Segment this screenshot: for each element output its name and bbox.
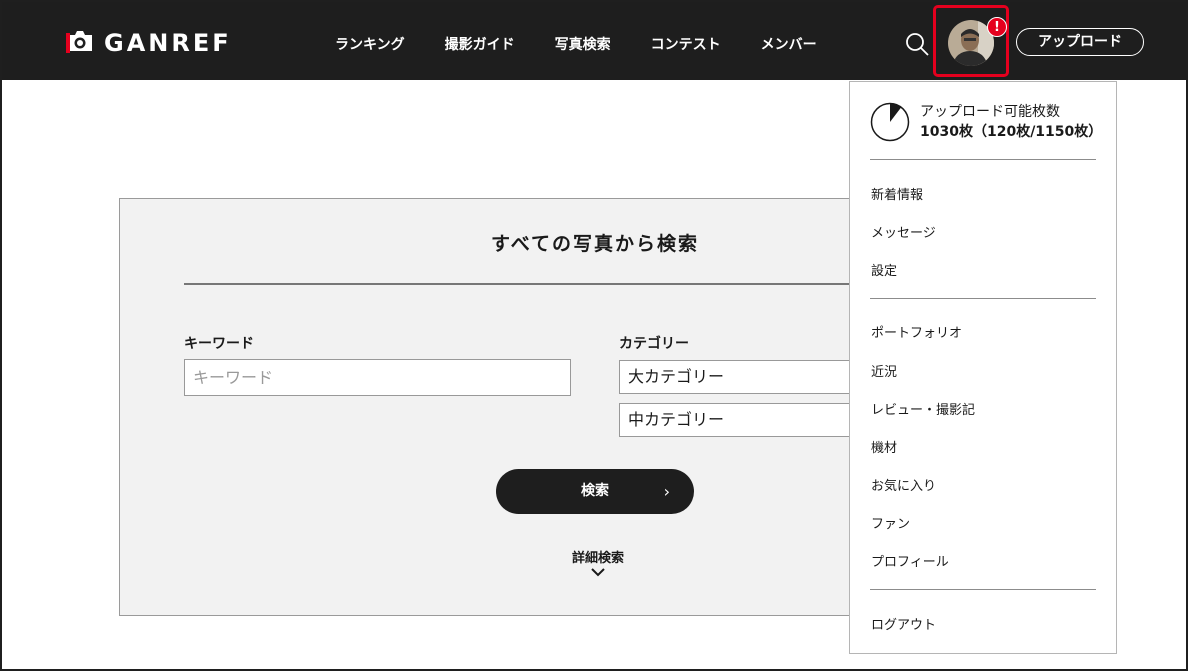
menu-settings[interactable]: 設定 [871,260,897,279]
menu-logout[interactable]: ログアウト [871,614,936,633]
nav-photo-search[interactable]: 写真検索 [555,34,611,54]
menu-favorites[interactable]: お気に入り [871,475,936,494]
notification-badge: ! [987,17,1007,37]
upload-button[interactable]: アップロード [1016,28,1144,56]
top-header: GANREF ランキング 撮影ガイド 写真検索 コンテスト メンバー ! アップ… [2,2,1186,80]
quota-pie-icon [870,102,910,142]
camera-logo-icon [66,29,94,57]
nav-shooting-guide[interactable]: 撮影ガイド [445,34,515,54]
quota-label: アップロード可能枚数 [920,104,1060,120]
logo-wordmark: GANREF [104,29,232,57]
nav-members[interactable]: メンバー [761,34,817,54]
menu-reviews[interactable]: レビュー・撮影記 [871,399,975,418]
keyword-input[interactable] [184,359,571,396]
user-menu-highlight: ! [933,5,1009,77]
menu-divider [870,159,1096,160]
menu-recent[interactable]: 近況 [871,361,897,380]
main-nav: ランキング 撮影ガイド 写真検索 コンテスト メンバー [335,34,857,54]
menu-portfolio[interactable]: ポートフォリオ [871,322,962,341]
advanced-search-label: 詳細検索 [571,551,624,566]
menu-messages[interactable]: メッセージ [871,222,936,241]
menu-profile[interactable]: プロフィール [871,551,949,570]
title-divider [184,283,884,285]
user-dropdown-menu: アップロード可能枚数 1030枚（120枚/1150枚） 新着情報 メッセージ … [849,81,1117,654]
major-category-select[interactable]: 大カテゴリー [619,360,879,394]
ganref-logo[interactable]: GANREF [66,29,232,57]
menu-fans[interactable]: ファン [871,513,910,532]
menu-divider [870,298,1096,299]
search-button[interactable]: 検索 › [496,469,694,514]
menu-divider [870,589,1096,590]
chevron-right-icon: › [663,482,670,501]
menu-equipment[interactable]: 機材 [871,437,897,456]
chevron-down-icon [591,568,605,577]
nav-contest[interactable]: コンテスト [651,34,721,54]
advanced-search-toggle[interactable]: 詳細検索 [538,547,658,577]
category-label: カテゴリー [619,336,689,352]
search-icon[interactable] [904,31,930,57]
quota-value: 1030枚（120枚/1150枚） [920,124,1103,140]
nav-ranking[interactable]: ランキング [335,34,405,54]
keyword-label: キーワード [184,336,254,352]
menu-news[interactable]: 新着情報 [871,184,923,203]
search-button-label: 検索 [581,483,609,499]
middle-category-select[interactable]: 中カテゴリー [619,403,879,437]
photo-search-panel: すべての写真から検索 キーワード カテゴリー 大カテゴリー 中カテゴリー 検索 … [119,198,884,616]
upload-quota: アップロード可能枚数 1030枚（120枚/1150枚） [870,102,1102,142]
